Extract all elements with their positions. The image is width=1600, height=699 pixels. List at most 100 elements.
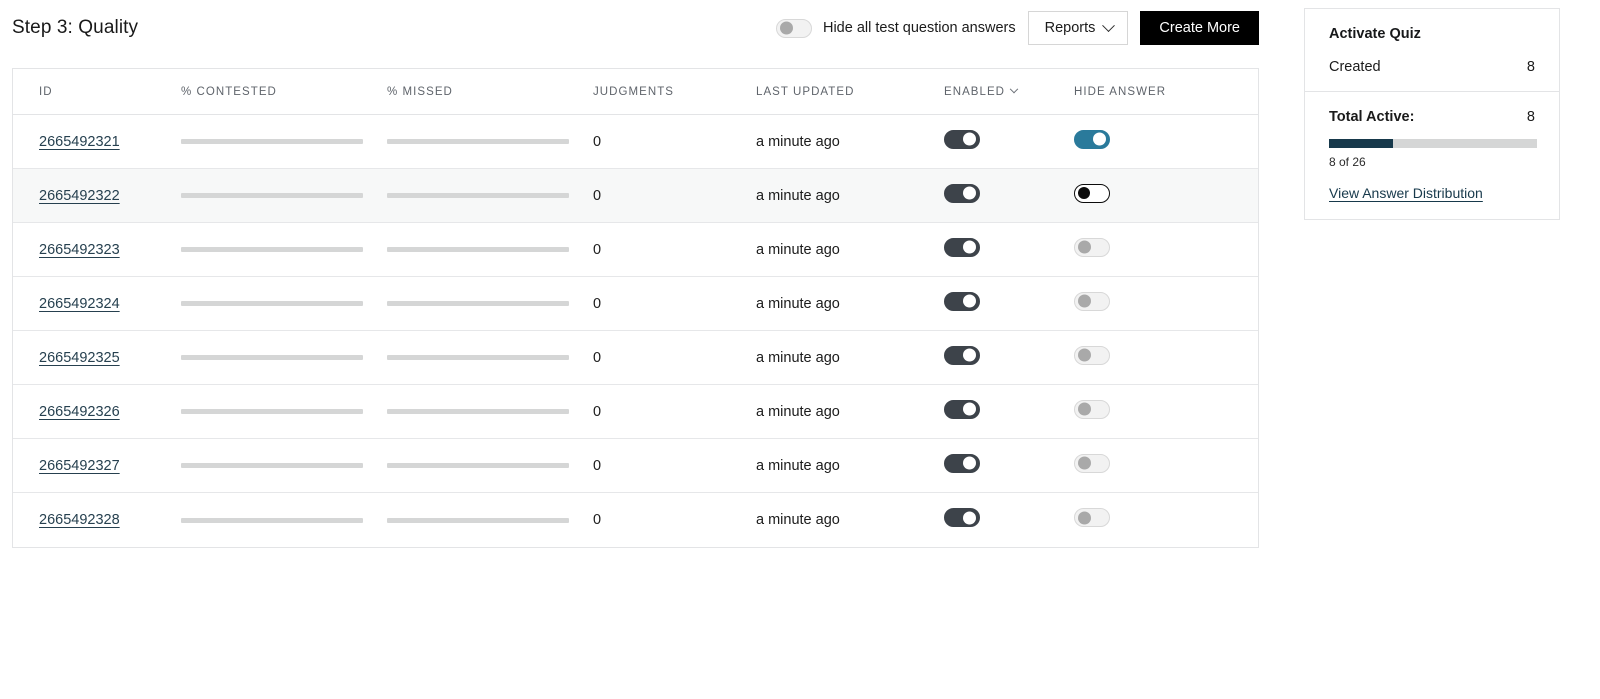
cell-last-updated: a minute ago xyxy=(756,241,944,259)
cell-id: 2665492323 xyxy=(13,241,181,259)
toggle-knob xyxy=(1078,349,1091,362)
cell-last-updated: a minute ago xyxy=(756,403,944,421)
cell-hide-answer xyxy=(1074,508,1244,532)
missed-bar xyxy=(387,518,569,523)
toggle-knob xyxy=(1078,403,1091,416)
view-answer-distribution-link[interactable]: View Answer Distribution xyxy=(1329,185,1483,201)
enabled-toggle[interactable] xyxy=(944,238,980,257)
activate-quiz-panel: Activate Quiz Created 8 Total Active: 8 … xyxy=(1304,8,1560,220)
cell-contested xyxy=(181,247,387,252)
created-value: 8 xyxy=(1527,59,1535,75)
hide-answer-toggle[interactable] xyxy=(1074,184,1110,203)
hide-all-answers-control: Hide all test question answers xyxy=(776,19,1016,38)
toggle-knob xyxy=(963,295,976,308)
enabled-toggle[interactable] xyxy=(944,454,980,473)
enabled-toggle[interactable] xyxy=(944,292,980,311)
create-more-button[interactable]: Create More xyxy=(1140,11,1259,45)
page-title: Step 3: Quality xyxy=(12,17,138,39)
judgments-value: 0 xyxy=(593,512,601,528)
last-updated-value: a minute ago xyxy=(756,296,840,312)
hide-answer-toggle[interactable] xyxy=(1074,400,1110,419)
hide-answer-toggle[interactable] xyxy=(1074,508,1110,527)
cell-hide-answer xyxy=(1074,184,1244,208)
judgments-value: 0 xyxy=(593,350,601,366)
column-header-last-updated: LAST UPDATED xyxy=(756,86,944,98)
toggle-knob xyxy=(1078,187,1090,199)
question-id-link[interactable]: 2665492325 xyxy=(39,350,120,366)
reports-dropdown-button[interactable]: Reports xyxy=(1028,11,1129,45)
table-row: 2665492322 0 a minute ago xyxy=(13,169,1258,223)
cell-judgments: 0 xyxy=(593,457,756,475)
table-row: 26654923270a minute ago xyxy=(13,439,1258,493)
contested-bar xyxy=(181,193,363,198)
cell-last-updated: a minute ago xyxy=(756,187,944,205)
question-id-link[interactable]: 2665492328 xyxy=(39,512,120,528)
hide-answer-toggle[interactable] xyxy=(1074,238,1110,257)
judgments-value: 0 xyxy=(593,296,601,312)
cell-hide-answer xyxy=(1074,238,1244,262)
enabled-toggle[interactable] xyxy=(944,184,980,203)
cell-enabled xyxy=(944,238,1074,262)
quality-step-page: Step 3: Quality Hide all test question a… xyxy=(0,0,1600,699)
enabled-toggle[interactable] xyxy=(944,400,980,419)
hide-answer-toggle[interactable] xyxy=(1074,130,1110,149)
enabled-toggle[interactable] xyxy=(944,346,980,365)
column-header-missed-label: % MISSED xyxy=(387,86,593,98)
cell-id: 2665492321 xyxy=(13,133,181,151)
column-header-enabled[interactable]: ENABLED xyxy=(944,86,1074,98)
question-id-link[interactable]: 2665492324 xyxy=(39,296,120,312)
cell-contested xyxy=(181,409,387,414)
missed-bar xyxy=(387,193,569,198)
cell-judgments: 0 xyxy=(593,403,756,421)
question-id-link[interactable]: 2665492321 xyxy=(39,134,120,150)
column-header-judgments-label: JUDGMENTS xyxy=(593,86,756,98)
cell-missed xyxy=(387,518,593,523)
column-header-hide-answer: HIDE ANSWER xyxy=(1074,86,1244,98)
enabled-toggle[interactable] xyxy=(944,130,980,149)
cell-id: 2665492322 xyxy=(13,187,181,205)
toggle-knob xyxy=(963,457,976,470)
table-row: 2665492324 0 a minute ago xyxy=(13,277,1258,331)
cell-id: 2665492324 xyxy=(13,295,181,313)
cell-hide-answer xyxy=(1074,130,1244,154)
cell-last-updated: a minute ago xyxy=(756,295,944,313)
question-id-link[interactable]: 2665492326 xyxy=(39,404,120,420)
contested-bar xyxy=(181,355,363,360)
reports-button-label: Reports xyxy=(1045,20,1096,36)
cell-judgments: 0 xyxy=(593,187,756,205)
table-body: 26654923210a minute ago26654923220a minu… xyxy=(13,115,1258,547)
question-id-link[interactable]: 2665492327 xyxy=(39,458,120,474)
table-row: 26654923250a minute ago xyxy=(13,331,1258,385)
active-progress-bar xyxy=(1329,139,1537,148)
page-toolbar: Step 3: Quality Hide all test question a… xyxy=(12,8,1259,48)
column-header-contested-label: % CONTESTED xyxy=(181,86,387,98)
cell-missed xyxy=(387,193,593,198)
question-id-link[interactable]: 2665492323 xyxy=(39,242,120,258)
hide-all-answers-toggle[interactable] xyxy=(776,19,812,38)
table-row: 26654923230a minute ago xyxy=(13,223,1258,277)
toggle-knob xyxy=(963,403,976,416)
last-updated-value: a minute ago xyxy=(756,404,840,420)
created-label: Created xyxy=(1329,59,1381,75)
cell-id: 2665492326 xyxy=(13,403,181,421)
cell-id: 2665492328 xyxy=(13,511,181,529)
cell-hide-answer xyxy=(1074,400,1244,424)
table-row: 26654923210a minute ago xyxy=(13,115,1258,169)
cell-hide-answer xyxy=(1074,292,1244,316)
judgments-value: 0 xyxy=(593,188,601,204)
missed-bar xyxy=(387,355,569,360)
hide-answer-toggle[interactable] xyxy=(1074,292,1110,311)
table-row: 2665492326 0a minute ago xyxy=(13,385,1258,439)
cell-contested xyxy=(181,518,387,523)
cell-contested xyxy=(181,463,387,468)
cell-last-updated: a minute ago xyxy=(756,511,944,529)
column-header-enabled-label: ENABLED xyxy=(944,86,1005,98)
toolbar-actions: Hide all test question answers Reports C… xyxy=(776,11,1259,45)
toggle-knob xyxy=(1078,241,1091,254)
judgments-value: 0 xyxy=(593,458,601,474)
activate-quiz-summary: Activate Quiz Created 8 xyxy=(1305,9,1559,92)
hide-answer-toggle[interactable] xyxy=(1074,454,1110,473)
enabled-toggle[interactable] xyxy=(944,508,980,527)
question-id-link[interactable]: 2665492322 xyxy=(39,188,120,204)
hide-answer-toggle[interactable] xyxy=(1074,346,1110,365)
